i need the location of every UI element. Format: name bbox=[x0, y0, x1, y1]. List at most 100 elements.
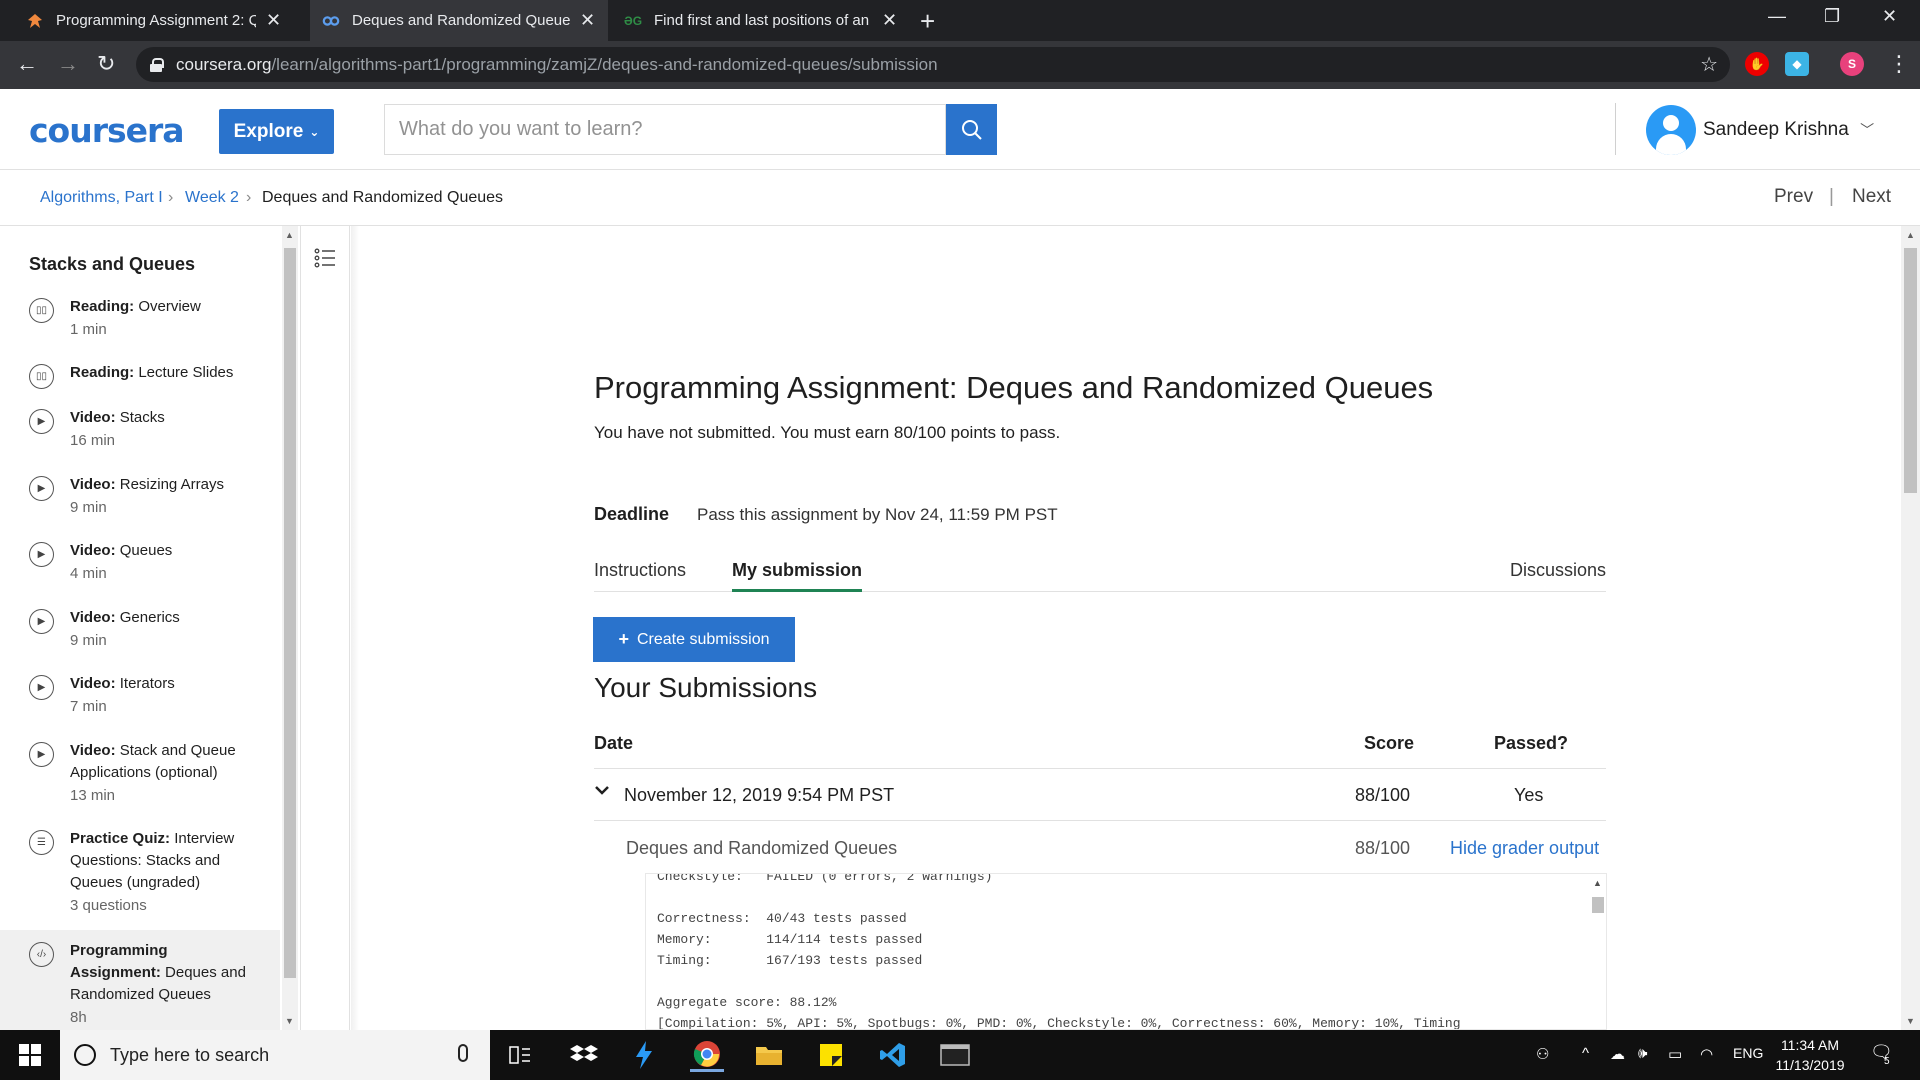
system-clock[interactable]: 11:34 AM 11/13/2019 bbox=[1770, 1035, 1850, 1075]
grader-output[interactable]: Checkstyle: FAILED (0 errors, 2 warnings… bbox=[645, 873, 1607, 1030]
chrome-icon[interactable] bbox=[690, 1038, 724, 1072]
sidebar-item[interactable]: ▯▯ Reading: Overview 1 min bbox=[0, 296, 280, 358]
windows-start-icon[interactable] bbox=[0, 1030, 60, 1080]
breadcrumb-current: Deques and Randomized Queues bbox=[262, 189, 504, 206]
terminal-icon[interactable] bbox=[938, 1038, 972, 1072]
volume-icon[interactable]: 🕪 bbox=[1638, 1045, 1647, 1062]
chevron-down-icon[interactable] bbox=[594, 782, 610, 798]
sidebar-item[interactable]: ☰ Practice Quiz: Interview Questions: St… bbox=[0, 828, 280, 932]
vscode-icon[interactable] bbox=[876, 1038, 910, 1072]
search-button[interactable] bbox=[946, 104, 997, 155]
browser-tab[interactable]: ƏG Find first and last positions of an ✕ bbox=[612, 0, 912, 41]
scroll-thumb[interactable] bbox=[284, 248, 296, 978]
outline-list-icon[interactable] bbox=[313, 246, 337, 270]
chevron-down-icon: ﹀ bbox=[1860, 122, 1875, 138]
grader-output-text: Checkstyle: FAILED (0 errors, 2 warnings… bbox=[657, 873, 1461, 1030]
wifi-icon[interactable]: ◠ bbox=[1700, 1045, 1713, 1063]
url-path: /learn/algorithms-part1/programming/zamj… bbox=[271, 54, 938, 74]
scroll-down-icon[interactable]: ▼ bbox=[285, 1016, 294, 1026]
battery-icon[interactable]: ▭ bbox=[1668, 1045, 1682, 1063]
restore-icon[interactable]: ❐ bbox=[1824, 6, 1840, 27]
tab-instructions[interactable]: Instructions bbox=[594, 560, 686, 589]
browser-tab-active[interactable]: Deques and Randomized Queues ✕ bbox=[310, 0, 608, 41]
sidebar-scrollbar[interactable]: ▲ ▼ bbox=[282, 226, 298, 1030]
play-icon: ▶ bbox=[29, 409, 54, 434]
coursera-logo[interactable]: coursera bbox=[29, 111, 185, 150]
user-menu[interactable]: Sandeep Krishna ﹀ bbox=[1703, 119, 1874, 141]
url-host: coursera.org bbox=[176, 54, 272, 74]
tab-my-submission[interactable]: My submission bbox=[732, 560, 863, 592]
prev-link[interactable]: Prev bbox=[1774, 186, 1813, 208]
scroll-down-icon[interactable]: ▼ bbox=[1906, 1016, 1915, 1026]
back-arrow-icon[interactable]: ← bbox=[16, 51, 38, 77]
search-input[interactable]: What do you want to learn? bbox=[384, 104, 946, 155]
create-submission-label: Create submission bbox=[637, 630, 770, 648]
header-divider bbox=[1615, 103, 1616, 155]
gfg-favicon-icon: ƏG bbox=[623, 13, 643, 28]
sidebar-item[interactable]: ▶ Video: Generics 9 min bbox=[0, 607, 280, 669]
file-explorer-icon[interactable] bbox=[752, 1038, 786, 1072]
sidebar-item[interactable]: ▶ Video: Resizing Arrays 9 min bbox=[0, 474, 280, 536]
scroll-up-icon[interactable]: ▲ bbox=[1906, 230, 1915, 240]
item-meta: 8h bbox=[70, 1009, 87, 1026]
scroll-up-icon[interactable]: ▲ bbox=[1593, 878, 1602, 888]
content-shadow bbox=[351, 226, 359, 1030]
submissions-heading: Your Submissions bbox=[594, 672, 818, 703]
menu-dots-icon[interactable]: ⋮ bbox=[1888, 51, 1910, 77]
onedrive-icon[interactable]: ☁ bbox=[1610, 1045, 1625, 1063]
play-icon: ▶ bbox=[29, 542, 54, 567]
explore-button[interactable]: Explore ⌄ bbox=[219, 109, 334, 154]
chevron-up-icon[interactable]: ^ bbox=[1582, 1045, 1589, 1062]
create-submission-button[interactable]: + Create submission bbox=[593, 617, 795, 662]
sidebar-item[interactable]: ▯▯ Reading: Lecture Slides bbox=[0, 362, 280, 402]
hide-grader-output-link[interactable]: Hide grader output bbox=[1450, 838, 1599, 859]
scroll-thumb[interactable] bbox=[1592, 897, 1604, 913]
tab-discussions[interactable]: Discussions bbox=[1510, 560, 1606, 589]
browser-tab-strip: Programming Assignment 2: Queues ✕ Deque… bbox=[0, 0, 1920, 41]
next-link[interactable]: Next bbox=[1852, 186, 1891, 208]
dropbox-icon[interactable] bbox=[567, 1038, 601, 1072]
sidebar-item[interactable]: ▶ Video: Iterators 7 min bbox=[0, 673, 280, 735]
bookmark-star-icon[interactable]: ☆ bbox=[1700, 52, 1718, 77]
taskbar-search[interactable]: Type here to search bbox=[60, 1030, 490, 1080]
browser-tab[interactable]: Programming Assignment 2: Queues ✕ bbox=[14, 0, 304, 41]
page-scrollbar[interactable]: ▲ ▼ bbox=[1901, 226, 1920, 1030]
user-name: Sandeep Krishna bbox=[1703, 119, 1849, 140]
close-icon[interactable]: ✕ bbox=[882, 10, 897, 31]
microphone-icon[interactable] bbox=[458, 1044, 468, 1062]
sidebar-item[interactable]: ▶ Video: Stacks 16 min bbox=[0, 407, 280, 469]
profile-avatar[interactable]: S bbox=[1840, 52, 1864, 76]
forward-arrow-icon[interactable]: → bbox=[57, 51, 79, 77]
sidebar-item[interactable]: ▶ Video: Stack and Queue Applications (o… bbox=[0, 740, 280, 822]
submission-passed: Yes bbox=[1514, 785, 1544, 805]
language-indicator[interactable]: ENG bbox=[1733, 1045, 1763, 1061]
grader-scrollbar[interactable]: ▲ bbox=[1589, 874, 1606, 1029]
item-title: Queues bbox=[119, 542, 173, 559]
breadcrumb-course[interactable]: Algorithms, Part I bbox=[40, 189, 163, 207]
extension-stop-icon[interactable]: ✋ bbox=[1745, 52, 1769, 76]
sticky-notes-icon[interactable] bbox=[814, 1038, 848, 1072]
window-close-icon[interactable]: ✕ bbox=[1882, 6, 1897, 27]
item-type: Video: bbox=[70, 609, 116, 626]
close-icon[interactable]: ✕ bbox=[580, 10, 595, 31]
item-meta: 9 min bbox=[70, 632, 107, 649]
app-bolt-icon[interactable] bbox=[627, 1038, 661, 1072]
sidebar-item-current[interactable]: ‹/› Programming Assignment: Deques and R… bbox=[0, 930, 280, 1030]
search-placeholder: What do you want to learn? bbox=[399, 118, 643, 140]
assignment-favicon-icon bbox=[26, 12, 44, 30]
task-view-icon[interactable] bbox=[503, 1038, 537, 1072]
submission-date[interactable]: November 12, 2019 9:54 PM PST bbox=[624, 785, 894, 806]
user-avatar[interactable] bbox=[1646, 105, 1696, 155]
breadcrumb-week[interactable]: Week 2 bbox=[185, 189, 239, 207]
address-bar[interactable]: coursera.org /learn/algorithms-part1/pro… bbox=[136, 47, 1730, 82]
scroll-thumb[interactable] bbox=[1904, 248, 1917, 493]
extension-icon[interactable]: ◆ bbox=[1785, 52, 1809, 76]
sidebar-item[interactable]: ▶ Video: Queues 4 min bbox=[0, 540, 280, 602]
scroll-up-icon[interactable]: ▲ bbox=[285, 230, 294, 240]
minimize-icon[interactable]: — bbox=[1768, 6, 1786, 27]
reload-icon[interactable]: ↻ bbox=[97, 51, 115, 77]
item-type: Video: bbox=[70, 675, 116, 692]
new-tab-icon[interactable]: + bbox=[920, 6, 935, 37]
people-icon[interactable]: ⚇ bbox=[1536, 1045, 1549, 1063]
close-icon[interactable]: ✕ bbox=[266, 10, 281, 31]
